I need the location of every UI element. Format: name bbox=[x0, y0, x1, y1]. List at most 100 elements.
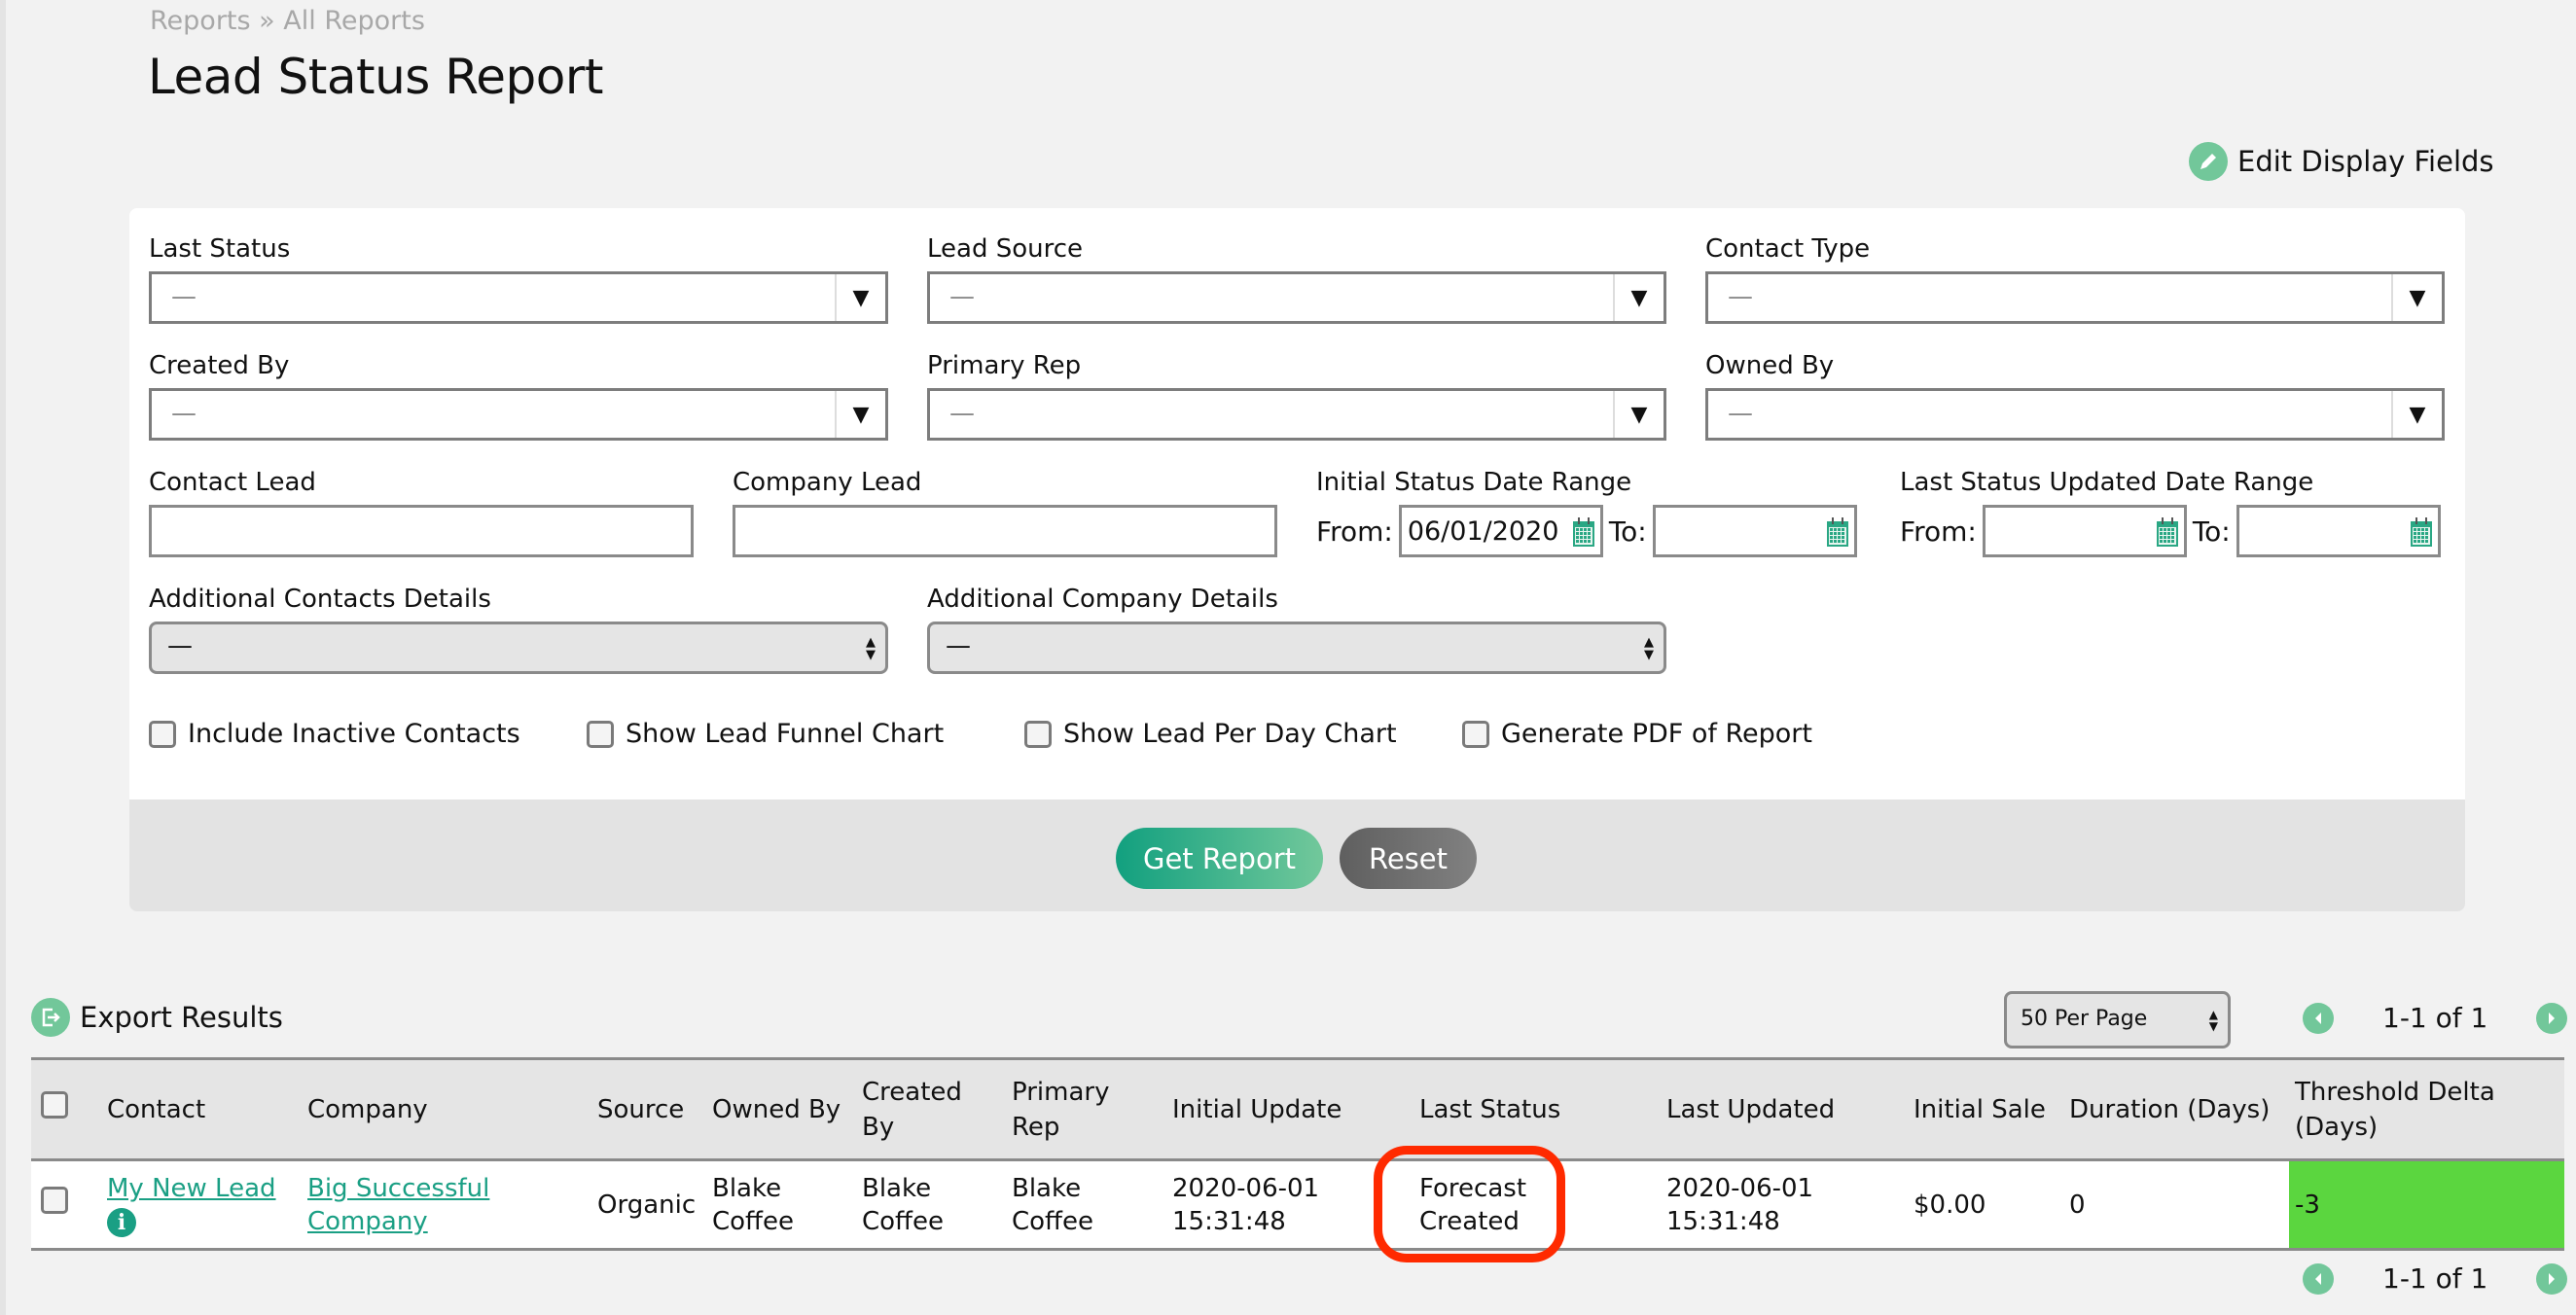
initial-to-label: To: bbox=[1608, 515, 1647, 548]
info-icon[interactable]: i bbox=[107, 1207, 136, 1237]
up-down-arrows-icon: ▲ ▼ bbox=[2208, 1008, 2218, 1033]
next-page-button[interactable] bbox=[2536, 1002, 2568, 1034]
previous-page-button[interactable] bbox=[2303, 1002, 2334, 1034]
results-table: Contact Company Source Owned By Created … bbox=[31, 1057, 2564, 1251]
select-all-checkbox[interactable] bbox=[41, 1090, 68, 1119]
per-page-select[interactable]: 50 Per Page ▲ ▼ bbox=[2004, 991, 2231, 1048]
get-report-button[interactable]: Get Report bbox=[1116, 828, 1323, 889]
show-lead-funnel-chart-checkbox[interactable]: Show Lead Funnel Chart bbox=[587, 719, 944, 749]
contact-type-value: — bbox=[1728, 282, 1753, 311]
checkbox-box[interactable] bbox=[149, 720, 176, 748]
table-row: My New Lead i Big Successful Company Org… bbox=[31, 1159, 2564, 1250]
last-status-cell: Forecast Created bbox=[1419, 1173, 1527, 1236]
export-results-label: Export Results bbox=[80, 1001, 283, 1034]
owned-by-cell: Blake Coffee bbox=[712, 1173, 794, 1236]
duration-cell: 0 bbox=[2069, 1190, 2086, 1220]
calendar-icon[interactable] bbox=[1572, 517, 1594, 553]
owned-by-label: Owned By bbox=[1705, 351, 1835, 380]
chevron-down-icon: ▼ bbox=[1613, 274, 1664, 321]
column-header-contact[interactable]: Contact bbox=[101, 1059, 302, 1160]
include-inactive-contacts-checkbox[interactable]: Include Inactive Contacts bbox=[149, 719, 520, 749]
owned-by-select[interactable]: — ▼ bbox=[1705, 388, 2445, 441]
show-lead-per-day-chart-checkbox[interactable]: Show Lead Per Day Chart bbox=[1024, 719, 1397, 749]
owned-by-value: — bbox=[1728, 399, 1753, 428]
calendar-icon[interactable] bbox=[2410, 517, 2432, 553]
chevron-down-icon: ▼ bbox=[2391, 391, 2442, 438]
lead-source-select[interactable]: — ▼ bbox=[927, 271, 1666, 324]
show-lead-per-day-chart-label: Show Lead Per Day Chart bbox=[1063, 719, 1397, 749]
checkbox-box[interactable] bbox=[587, 720, 614, 748]
breadcrumb-reports[interactable]: Reports bbox=[150, 6, 251, 36]
contact-lead-label: Contact Lead bbox=[149, 468, 316, 497]
per-page-value: 50 Per Page bbox=[2021, 1007, 2148, 1031]
include-inactive-contacts-label: Include Inactive Contacts bbox=[188, 719, 520, 749]
company-lead-label: Company Lead bbox=[733, 468, 922, 497]
initial-update-cell: 2020-06-01 15:31:48 bbox=[1172, 1173, 1320, 1236]
export-results-button[interactable]: Export Results bbox=[31, 998, 283, 1037]
up-down-arrows-icon: ▲ ▼ bbox=[866, 635, 876, 662]
column-header-duration[interactable]: Duration (Days) bbox=[2063, 1059, 2289, 1160]
created-by-select[interactable]: — ▼ bbox=[149, 388, 888, 441]
updated-from-label: From: bbox=[1900, 515, 1977, 548]
show-lead-funnel-chart-label: Show Lead Funnel Chart bbox=[626, 719, 945, 749]
top-pagination: 1-1 of 1 bbox=[2303, 1002, 2568, 1034]
column-header-owned-by[interactable]: Owned By bbox=[706, 1059, 856, 1160]
primary-rep-value: — bbox=[949, 399, 975, 428]
column-header-last-status[interactable]: Last Status bbox=[1413, 1059, 1661, 1160]
contact-lead-input[interactable] bbox=[149, 505, 694, 557]
column-header-created-by[interactable]: Created By bbox=[856, 1059, 1006, 1160]
column-header-initial-update[interactable]: Initial Update bbox=[1166, 1059, 1413, 1160]
created-by-value: — bbox=[171, 399, 197, 428]
column-header-last-updated[interactable]: Last Updated bbox=[1661, 1059, 1908, 1160]
initial-from-date-input[interactable]: 06/01/2020 bbox=[1398, 505, 1603, 557]
additional-contacts-details-select[interactable]: — ▲ ▼ bbox=[149, 622, 888, 674]
column-header-threshold-delta[interactable]: Threshold Delta (Days) bbox=[2289, 1059, 2564, 1160]
calendar-icon[interactable] bbox=[2156, 517, 2178, 553]
chevron-down-icon: ▼ bbox=[835, 391, 885, 438]
column-header-company[interactable]: Company bbox=[302, 1059, 591, 1160]
generate-pdf-checkbox[interactable]: Generate PDF of Report bbox=[1462, 719, 1812, 749]
column-header-source[interactable]: Source bbox=[591, 1059, 706, 1160]
breadcrumb-separator: » bbox=[259, 6, 275, 36]
chevron-down-icon: ▼ bbox=[1613, 391, 1664, 438]
additional-contacts-details-label: Additional Contacts Details bbox=[149, 585, 491, 614]
initial-from-label: From: bbox=[1316, 515, 1393, 548]
breadcrumb-all-reports[interactable]: All Reports bbox=[283, 6, 425, 36]
calendar-icon[interactable] bbox=[1826, 517, 1848, 553]
primary-rep-select[interactable]: — ▼ bbox=[927, 388, 1666, 441]
updated-from-date-input[interactable] bbox=[1982, 505, 2187, 557]
company-link[interactable]: Big Successful Company bbox=[307, 1174, 489, 1236]
pagination-text: 1-1 of 1 bbox=[2382, 1262, 2488, 1295]
company-lead-input[interactable] bbox=[733, 505, 1277, 557]
breadcrumb: Reports » All Reports bbox=[150, 6, 425, 36]
next-page-button[interactable] bbox=[2536, 1262, 2568, 1295]
column-header-primary-rep[interactable]: Primary Rep bbox=[1006, 1059, 1166, 1160]
initial-sale-cell: $0.00 bbox=[1914, 1190, 1986, 1220]
generate-pdf-label: Generate PDF of Report bbox=[1501, 719, 1812, 749]
row-checkbox[interactable] bbox=[41, 1187, 68, 1214]
additional-company-details-select[interactable]: — ▲ ▼ bbox=[927, 622, 1666, 674]
page-title: Lead Status Report bbox=[148, 49, 603, 105]
page-left-edge bbox=[0, 0, 6, 1315]
initial-status-date-range-label: Initial Status Date Range bbox=[1316, 468, 1632, 497]
additional-company-details-label: Additional Company Details bbox=[927, 585, 1278, 614]
initial-from-date-value: 06/01/2020 bbox=[1407, 516, 1559, 547]
column-header-initial-sale[interactable]: Initial Sale bbox=[1908, 1059, 2063, 1160]
pencil-icon bbox=[2189, 142, 2228, 181]
checkbox-box[interactable] bbox=[1462, 720, 1489, 748]
initial-to-date-input[interactable] bbox=[1652, 505, 1857, 557]
created-by-cell: Blake Coffee bbox=[862, 1173, 944, 1236]
edit-display-fields-button[interactable]: Edit Display Fields bbox=[2189, 142, 2494, 181]
contact-type-select[interactable]: — ▼ bbox=[1705, 271, 2445, 324]
last-status-value: — bbox=[171, 282, 197, 311]
initial-status-date-range: From: 06/01/2020 To: bbox=[1316, 505, 1863, 557]
checkbox-box[interactable] bbox=[1024, 720, 1052, 748]
previous-page-button[interactable] bbox=[2303, 1262, 2334, 1295]
last-status-select[interactable]: — ▼ bbox=[149, 271, 888, 324]
updated-to-date-input[interactable] bbox=[2236, 505, 2441, 557]
contact-link[interactable]: My New Lead bbox=[107, 1174, 276, 1203]
created-by-label: Created By bbox=[149, 351, 290, 380]
last-status-updated-date-range: From: To: bbox=[1900, 505, 2447, 557]
last-status-label: Last Status bbox=[149, 234, 291, 264]
reset-button[interactable]: Reset bbox=[1340, 828, 1477, 889]
